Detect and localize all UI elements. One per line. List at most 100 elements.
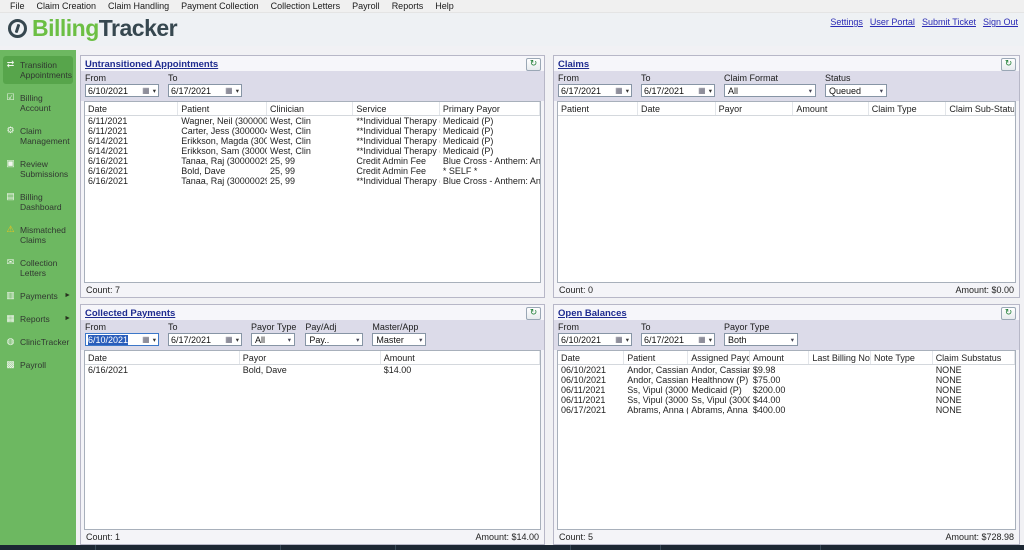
collected-payments-title-link[interactable]: Collected Payments — [85, 308, 175, 319]
table-row[interactable]: 6/16/2021Tanaa, Raj (300000296)25, 99Cre… — [85, 156, 540, 166]
submit-ticket-link[interactable]: Submit Ticket — [922, 17, 976, 27]
status-select[interactable]: Queued ▾ — [825, 84, 887, 97]
sidebar-item-claim-management[interactable]: ⚙ Claim Management — [3, 122, 73, 150]
table-cell: 25, 99 — [267, 176, 353, 186]
sidebar-item-mismatched-claims[interactable]: ⚠ Mismatched Claims — [3, 221, 73, 249]
sidebar-item-payroll[interactable]: ▩ Payroll — [3, 356, 73, 374]
sidebar-item-reports[interactable]: ▦ Reports ► — [3, 310, 73, 328]
column-header[interactable]: Date — [85, 102, 178, 115]
refresh-icon[interactable]: ↻ — [1001, 58, 1016, 71]
table-cell: 6/16/2021 — [85, 176, 178, 186]
column-header[interactable]: Payor — [716, 102, 794, 115]
from-date-field[interactable]: 6/10/2021 ▦ ▾ — [558, 333, 632, 346]
table-row[interactable]: 6/16/2021Bold, Dave25, 99Credit Admin Fe… — [85, 166, 540, 176]
table-row[interactable]: 06/17/2021Abrams, Anna (300...Abrams, An… — [558, 405, 1015, 415]
calendar-icon[interactable]: ▦ — [698, 335, 706, 344]
table-row[interactable]: 06/10/2021Andor, Cassian (30...Andor, Ca… — [558, 365, 1015, 375]
column-header[interactable]: Service — [353, 102, 439, 115]
from-date-field[interactable]: 6/10/2021 ▦ ▾ — [85, 333, 159, 346]
claims-title-link[interactable]: Claims — [558, 59, 589, 70]
calendar-icon[interactable]: ▦ — [142, 86, 150, 95]
open-balances-title-link[interactable]: Open Balances — [558, 308, 627, 319]
column-header[interactable]: Date — [558, 351, 624, 364]
column-header[interactable]: Primary Payor — [440, 102, 540, 115]
menu-payroll[interactable]: Payroll — [348, 1, 388, 11]
table-row[interactable]: 6/16/2021Bold, Dave$14.00 — [85, 365, 540, 375]
column-header[interactable]: Clinician — [267, 102, 353, 115]
sidebar-item-label: Payments — [20, 291, 58, 301]
sign-out-link[interactable]: Sign Out — [983, 17, 1018, 27]
settings-link[interactable]: Settings — [830, 17, 863, 27]
chevron-down-icon[interactable]: ▾ — [153, 87, 156, 95]
untransitioned-appointments-title-link[interactable]: Untransitioned Appointments — [85, 59, 218, 70]
column-header[interactable]: Patient — [624, 351, 688, 364]
calendar-icon[interactable]: ▦ — [225, 86, 233, 95]
column-header[interactable]: Claim Type — [869, 102, 947, 115]
sidebar-item-review-submissions[interactable]: ▣ Review Submissions — [3, 155, 73, 183]
chevron-down-icon[interactable]: ▾ — [709, 87, 712, 95]
table-row[interactable]: 06/10/2021Andor, Cassian (30...Healthnow… — [558, 375, 1015, 385]
menu-claim-creation[interactable]: Claim Creation — [33, 1, 105, 11]
column-header[interactable]: Date — [638, 102, 716, 115]
to-date-field[interactable]: 6/17/2021 ▦ ▾ — [641, 84, 715, 97]
table-row[interactable]: 6/16/2021Tanaa, Raj (300000296)25, 99**I… — [85, 176, 540, 186]
from-date-field[interactable]: 6/10/2021 ▦ ▾ — [85, 84, 159, 97]
sidebar-item-collection-letters[interactable]: ✉ Collection Letters — [3, 254, 73, 282]
table-row[interactable]: 6/14/2021Erikkson, Sam (300000445)West, … — [85, 146, 540, 156]
calendar-icon[interactable]: ▦ — [698, 86, 706, 95]
menu-claim-handling[interactable]: Claim Handling — [104, 1, 177, 11]
table-row[interactable]: 06/11/2021Ss, Vipul (3000002...Ss, Vipul… — [558, 395, 1015, 405]
table-cell: West, Clin — [267, 116, 353, 126]
sidebar-item-payments[interactable]: ▥ Payments ► — [3, 287, 73, 305]
to-date-field[interactable]: 6/17/2021 ▦ ▾ — [168, 84, 242, 97]
chevron-down-icon[interactable]: ▾ — [236, 336, 239, 344]
column-header[interactable]: Last Billing Note — [809, 351, 871, 364]
table-row[interactable]: 6/11/2021Wagner, Neil (300000442)West, C… — [85, 116, 540, 126]
table-row[interactable]: 6/11/2021Carter, Jess (300000443)West, C… — [85, 126, 540, 136]
sidebar-item-billing-dashboard[interactable]: ▤ Billing Dashboard — [3, 188, 73, 216]
column-header[interactable]: Date — [85, 351, 240, 364]
refresh-icon[interactable]: ↻ — [526, 58, 541, 71]
column-header[interactable]: Note Type — [871, 351, 933, 364]
user-portal-link[interactable]: User Portal — [870, 17, 915, 27]
pay-adj-select[interactable]: Pay.. ▾ — [305, 333, 363, 346]
menu-help[interactable]: Help — [431, 1, 462, 11]
refresh-icon[interactable]: ↻ — [526, 307, 541, 320]
column-header[interactable]: Amount — [381, 351, 540, 364]
chevron-down-icon[interactable]: ▾ — [236, 87, 239, 95]
menu-file[interactable]: File — [6, 1, 33, 11]
chevron-down-icon[interactable]: ▾ — [153, 336, 156, 344]
chevron-down-icon[interactable]: ▾ — [709, 336, 712, 344]
column-header[interactable]: Patient — [178, 102, 267, 115]
sidebar-item-clinictracker[interactable]: ◍ ClinicTracker — [3, 333, 73, 351]
from-date-field[interactable]: 6/17/2021 ▦ ▾ — [558, 84, 632, 97]
column-header[interactable]: Claim Substatus — [933, 351, 1015, 364]
sidebar-item-billing-account[interactable]: ☑ Billing Account — [3, 89, 73, 117]
refresh-icon[interactable]: ↻ — [1001, 307, 1016, 320]
menu-collection-letters[interactable]: Collection Letters — [267, 1, 349, 11]
table-row[interactable]: 6/14/2021Erikkson, Magda (300000444)West… — [85, 136, 540, 146]
payor-type-select[interactable]: Both ▾ — [724, 333, 798, 346]
column-header[interactable]: Patient — [558, 102, 638, 115]
column-header[interactable]: Amount — [750, 351, 809, 364]
calendar-icon[interactable]: ▦ — [615, 86, 623, 95]
calendar-icon[interactable]: ▦ — [615, 335, 623, 344]
column-header[interactable]: Amount — [793, 102, 868, 115]
column-header[interactable]: Claim Sub-Status — [946, 102, 1015, 115]
menu-payment-collection[interactable]: Payment Collection — [177, 1, 267, 11]
claim-format-select[interactable]: All ▾ — [724, 84, 816, 97]
payor-type-select[interactable]: All ▾ — [251, 333, 295, 346]
menu-reports[interactable]: Reports — [388, 1, 432, 11]
sidebar-item-transition-appointments[interactable]: ⇄ Transition Appointments — [3, 56, 73, 84]
chevron-down-icon[interactable]: ▾ — [626, 336, 629, 344]
calendar-icon[interactable]: ▦ — [142, 335, 150, 344]
column-header[interactable]: Assigned Payor — [688, 351, 750, 364]
chevron-down-icon[interactable]: ▾ — [626, 87, 629, 95]
to-date-field[interactable]: 6/17/2021 ▦ ▾ — [641, 333, 715, 346]
column-header[interactable]: Payor — [240, 351, 381, 364]
to-date-field[interactable]: 6/17/2021 ▦ ▾ — [168, 333, 242, 346]
sidebar-item-label: Review Submissions — [20, 159, 71, 179]
table-row[interactable]: 06/11/2021Ss, Vipul (3000002...Medicaid … — [558, 385, 1015, 395]
master-app-select[interactable]: Master ▾ — [372, 333, 426, 346]
calendar-icon[interactable]: ▦ — [225, 335, 233, 344]
